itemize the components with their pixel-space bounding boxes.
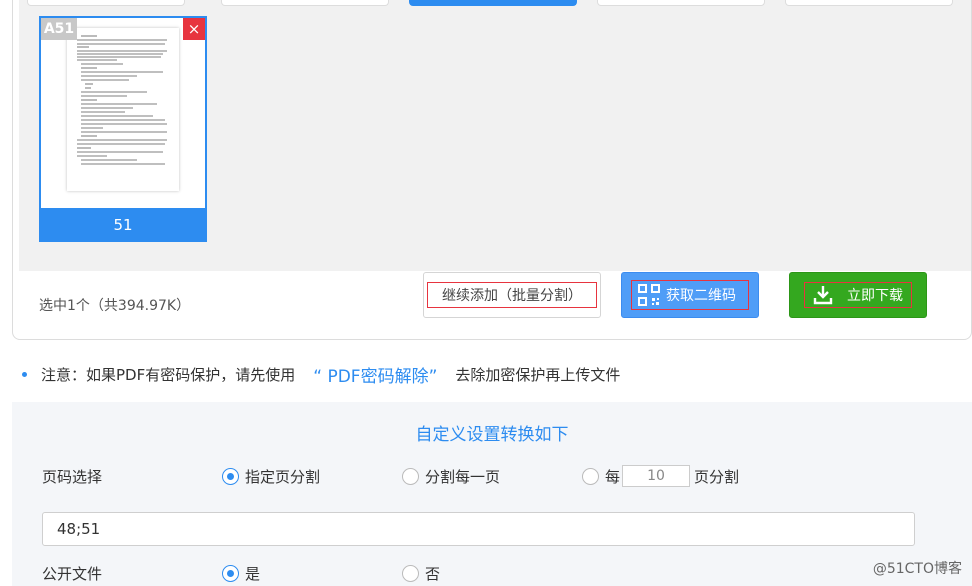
radio-unchecked-icon <box>582 467 599 485</box>
thumbnail-fragment[interactable] <box>27 0 185 6</box>
download-label: 立即下载 <box>847 288 903 304</box>
radio-label: 分割每一页 <box>425 468 501 486</box>
radio-label: 指定页分割 <box>245 468 321 486</box>
pages-input[interactable]: 48;51 <box>42 512 915 546</box>
pdf-split-page: A51 × 51 选中1个（共394.97K） 继续添加（批量分割） 获取二维码… <box>0 0 972 586</box>
radio-each-page[interactable]: 分割每一页 <box>402 466 500 487</box>
radio-specified-pages[interactable]: 指定页分割 <box>222 466 320 487</box>
radio-label: 是 <box>245 565 261 583</box>
thumbnail-fragment[interactable] <box>597 0 765 6</box>
settings-title: 自定义设置转换如下 <box>415 425 569 445</box>
page-preview <box>67 28 179 191</box>
selection-status: 选中1个（共394.97K） <box>39 298 191 314</box>
public-file-label: 公开文件 <box>42 565 103 583</box>
thumbnail-fragment[interactable] <box>785 0 953 6</box>
download-button[interactable]: 立即下载 <box>789 272 927 318</box>
page-text-lines <box>77 35 167 165</box>
page-thumbnail[interactable]: A51 × 51 <box>39 16 207 242</box>
thumbnail-fragment-selected[interactable] <box>409 0 577 6</box>
radio-public-yes[interactable]: 是 <box>222 563 260 584</box>
radio-unchecked-icon <box>402 565 419 582</box>
note-prefix: 注意：如果PDF有密码保护，请先使用 <box>41 366 296 384</box>
continue-add-label: 继续添加（批量分割） <box>442 288 582 304</box>
page-badge: A51 <box>41 18 77 40</box>
button-highlight: 立即下载 <box>804 282 912 308</box>
bullet-icon <box>22 372 27 377</box>
button-highlight: 继续添加（批量分割） <box>427 282 597 308</box>
continue-add-button[interactable]: 继续添加（批量分割） <box>423 272 601 318</box>
settings-panel: 自定义设置转换如下 页码选择 指定页分割 分割每一页 每 10 页分割 48;5… <box>12 402 972 586</box>
button-highlight: 获取二维码 <box>631 280 749 310</box>
close-icon[interactable]: × <box>183 18 205 40</box>
page-select-label: 页码选择 <box>42 468 103 486</box>
pdf-unlock-link[interactable]: “ PDF密码解除” <box>313 362 437 387</box>
page-number-label: 51 <box>39 208 207 242</box>
get-qrcode-label: 获取二维码 <box>666 288 736 304</box>
watermark: @51CTO博客 <box>872 561 962 577</box>
thumbnail-fragment[interactable] <box>221 0 389 6</box>
radio-label: 否 <box>425 565 441 583</box>
radio-unchecked-icon <box>402 468 419 485</box>
get-qrcode-button[interactable]: 获取二维码 <box>621 272 759 318</box>
radio-public-no[interactable]: 否 <box>402 563 440 584</box>
file-list-card: A51 × 51 选中1个（共394.97K） 继续添加（批量分割） 获取二维码… <box>12 0 972 340</box>
radio-checked-icon <box>222 468 239 485</box>
radio-every-n-pages[interactable]: 每 10 页分割 <box>582 465 739 487</box>
thumbnail-area: A51 × 51 <box>19 0 971 271</box>
qrcode-icon <box>638 284 660 306</box>
every-n-input[interactable]: 10 <box>622 465 691 487</box>
download-icon <box>813 286 833 305</box>
password-note: 注意：如果PDF有密码保护，请先使用 “ PDF密码解除” 去除加密保护再上传文… <box>22 362 620 387</box>
radio-label-suffix: 页分割 <box>694 467 740 486</box>
note-suffix: 去除加密保护再上传文件 <box>455 366 621 384</box>
radio-checked-icon <box>222 565 239 582</box>
radio-label: 每 <box>605 467 621 486</box>
